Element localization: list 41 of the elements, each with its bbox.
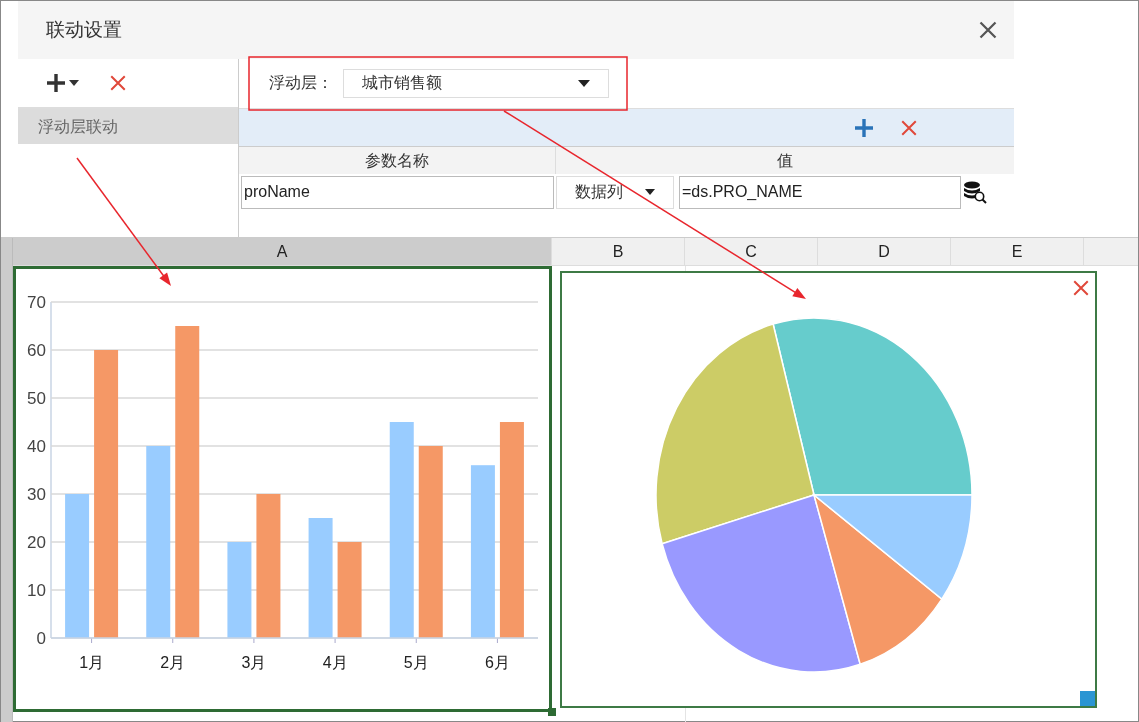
input-field[interactable]: =ds.PRO_NAME [679,175,961,209]
axis-tick-label: 60 [27,341,46,360]
axis-category-label: 3月 [241,654,267,671]
axis-tick-label: 50 [27,389,46,408]
column-header[interactable]: A [13,238,552,265]
type-dropdown[interactable]: 数据列 [556,175,674,209]
field-label: 浮动层： [269,73,333,93]
column-header: 值 [776,151,794,171]
axis-tick-label: 0 [36,629,46,648]
close-icon[interactable] [1072,279,1090,297]
list-item[interactable]: 浮动层联动 [18,109,238,144]
database-search-icon[interactable] [963,180,987,204]
axis-category-label: 4月 [322,654,348,671]
input-field[interactable]: proName [241,175,554,209]
add-button[interactable] [46,73,79,93]
delete-icon[interactable] [109,74,127,92]
caret-icon [69,80,79,86]
dialog-title: 联动设置 [46,18,122,42]
axis-category-label: 1月 [79,654,105,671]
close-icon[interactable] [978,20,998,40]
column-header: 参数名称 [239,147,556,174]
delete-icon[interactable] [900,118,918,137]
plus-icon[interactable] [854,117,874,138]
axis-tick-label: 30 [27,485,46,504]
resize-handle[interactable] [548,708,556,716]
axis-category-label: 2月 [160,654,186,671]
axis-tick-label: 40 [27,437,46,456]
column-header[interactable]: D [818,238,951,265]
column-header[interactable]: C [685,238,818,265]
axis-category-label: 6月 [484,654,510,671]
caret-icon [645,189,655,195]
axis-tick-label: 70 [27,293,46,312]
axis-tick-label: 10 [27,581,46,600]
axis-category-label: 5月 [403,654,429,671]
resize-handle[interactable] [1080,691,1095,706]
plus-icon [46,73,66,93]
column-header[interactable]: E [951,238,1084,265]
caret-icon [578,80,590,87]
column-header[interactable]: B [552,238,685,265]
layer-dropdown[interactable]: 城市销售额 [343,69,609,98]
axis-tick-label: 20 [27,533,46,552]
